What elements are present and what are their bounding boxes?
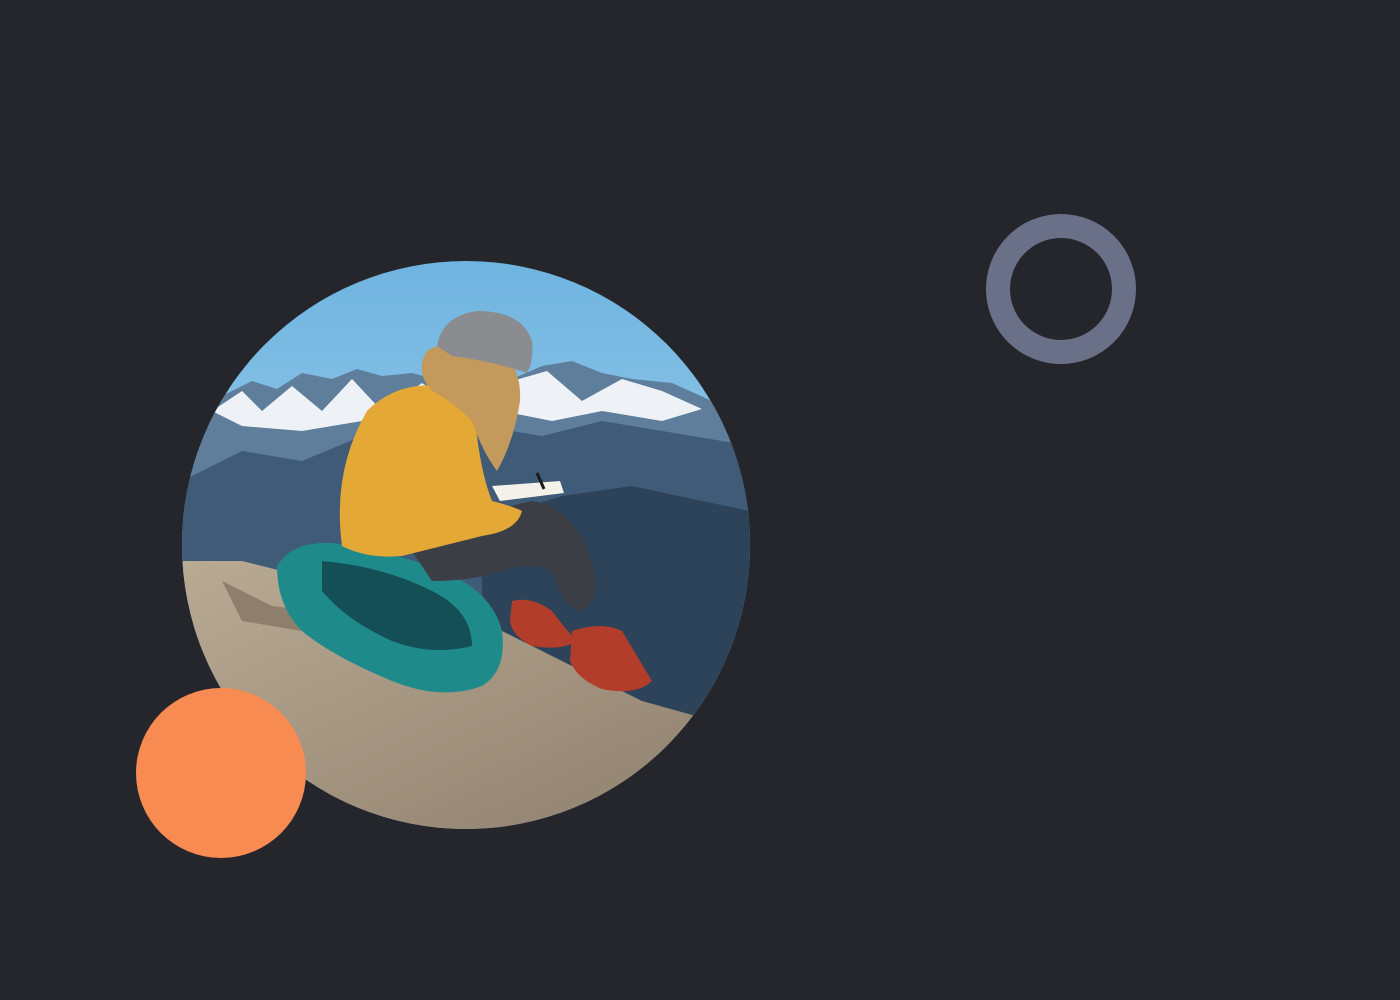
hero-canvas [0,0,1400,1000]
ring-outline-icon [986,214,1136,364]
orange-dot-icon [136,688,306,858]
